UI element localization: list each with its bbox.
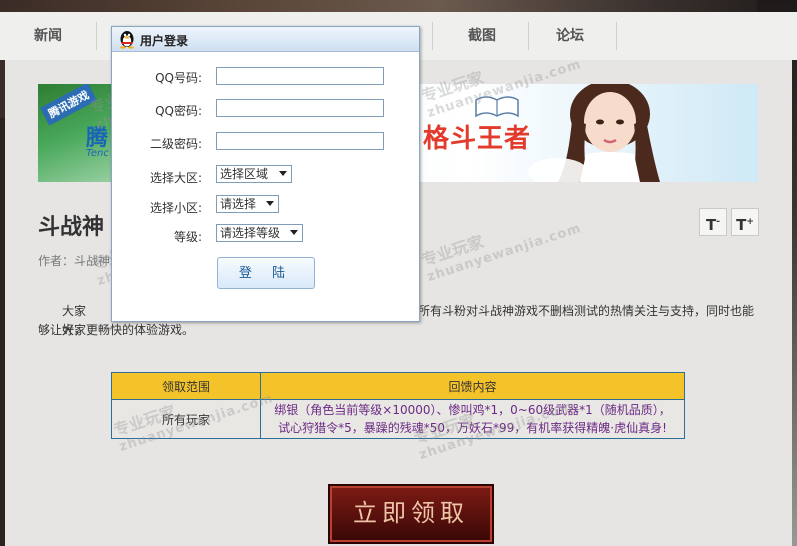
level-select[interactable]: 请选择等级 [216, 224, 303, 242]
server-label: 选择小区: [149, 201, 202, 215]
table-header-row: 领取范围 回馈内容 [111, 372, 685, 400]
article-text-end: 够让大家更畅快的体验游戏。 [38, 323, 195, 337]
character-illustration [528, 84, 660, 182]
banner-logo-subtext: Tenc [86, 148, 109, 159]
decrease-font-label: T [706, 216, 717, 234]
reward-content-line: 绑银（角色当前等级×10000）、惨叫鸡*1，0~60级武器*1（随机品质）， [274, 403, 671, 417]
article-title: 斗战神 [38, 215, 105, 240]
nav-divider [616, 22, 617, 50]
qq-number-field[interactable] [216, 67, 384, 85]
qq-password-label: QQ密码: [155, 104, 202, 118]
increase-font-sign: + [746, 217, 754, 227]
nav-divider [96, 22, 97, 50]
region-label: 选择大区: [149, 171, 202, 185]
nav-divider [432, 22, 433, 50]
column-header-scope: 领取范围 [111, 372, 261, 400]
chevron-down-icon [266, 201, 274, 206]
increase-font-button[interactable]: T+ [731, 208, 759, 236]
book-icon [475, 96, 519, 118]
nav-item-forum[interactable]: 论坛 [532, 12, 608, 60]
qq-number-label: QQ号码: [155, 71, 202, 85]
server-select-value: 请选择 [220, 197, 257, 211]
login-button[interactable]: 登 陆 [217, 257, 315, 289]
region-select[interactable]: 选择区域 [216, 165, 292, 183]
banner-slogan: 格斗王者 [423, 124, 532, 154]
level-label: 等级: [173, 230, 202, 244]
qq-penguin-icon [120, 31, 134, 49]
decrease-font-button[interactable]: T- [699, 208, 727, 236]
increase-font-label: T [736, 216, 747, 234]
reward-scope-cell: 所有玩家 [111, 399, 261, 439]
server-select[interactable]: 请选择 [216, 195, 279, 213]
reward-content-line: 试心狩猎令*5，暴躁的残魂*50，万妖石*99，有机率获得精魄·虎仙真身! [278, 421, 667, 435]
nav-divider [528, 22, 529, 50]
chevron-down-icon [290, 230, 298, 235]
dialog-title: 用户登录 [140, 34, 189, 48]
chevron-down-icon [279, 171, 287, 176]
article-text-mid: 所有斗粉对斗战神游戏不删档测试的热情关注与支持，同时也能 [418, 304, 755, 318]
column-header-content: 回馈内容 [260, 372, 685, 400]
nav-item-news[interactable]: 新闻 [14, 12, 82, 60]
secondary-password-label: 二级密码: [149, 137, 202, 151]
claim-now-button[interactable]: 立即领取 [330, 486, 492, 542]
level-select-value: 请选择等级 [220, 226, 281, 240]
dialog-titlebar[interactable]: 用户登录 [112, 27, 419, 52]
table-row: 所有玩家 绑银（角色当前等级×10000）、惨叫鸡*1，0~60级武器*1（随机… [111, 399, 685, 439]
decrease-font-sign: - [716, 217, 720, 227]
article-author: 作者：斗战神 [38, 254, 111, 268]
nav-item-screenshots[interactable]: 截图 [446, 12, 518, 60]
secondary-password-field[interactable] [216, 132, 384, 150]
reward-table: 领取范围 回馈内容 所有玩家 绑银（角色当前等级×10000）、惨叫鸡*1，0~… [111, 372, 685, 439]
reward-content-cell: 绑银（角色当前等级×10000）、惨叫鸡*1，0~60级武器*1（随机品质）， … [260, 399, 685, 439]
region-select-value: 选择区域 [220, 167, 269, 181]
login-dialog: 用户登录 QQ号码: QQ密码: 二级密码: 选择大区: 选择区域 选择小区: … [111, 26, 420, 322]
qq-password-field[interactable] [216, 99, 384, 117]
